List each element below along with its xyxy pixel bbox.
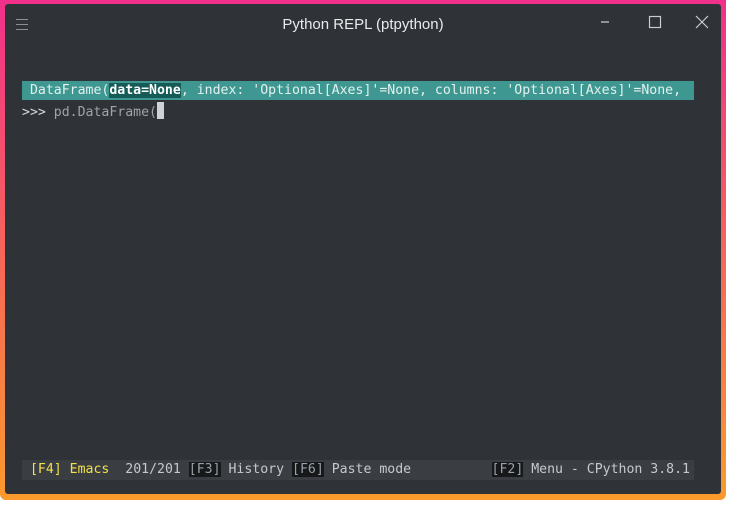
status-bar: [F4] Emacs 201/201 [F3] History [F6] Pas… [22, 460, 694, 480]
window-frame: Python REPL (ptpython) >>> pd.DataFrame(… [0, 0, 726, 500]
history-label: History [220, 462, 293, 477]
signature-tooltip: DataFrame(data=None, index: 'Optional[Ax… [22, 81, 694, 100]
f3-key[interactable]: [F3] [188, 462, 221, 477]
f2-key[interactable]: [F2] [491, 462, 524, 477]
close-icon[interactable] [694, 14, 710, 30]
input-text[interactable]: pd.DataFrame( [54, 105, 157, 120]
prompt: >>> [22, 105, 46, 120]
title-bar[interactable]: Python REPL (ptpython) [5, 4, 721, 48]
menu-label: Menu - CPython 3.8.1 [523, 462, 690, 477]
minimize-icon[interactable] [597, 14, 613, 30]
input-line[interactable]: >>> pd.DataFrame( [22, 102, 164, 122]
signature-rest: , index: 'Optional[Axes]'=None, columns:… [180, 83, 682, 98]
maximize-icon[interactable] [647, 14, 663, 30]
repl-window: Python REPL (ptpython) >>> pd.DataFrame(… [5, 4, 721, 494]
window-title: Python REPL (ptpython) [282, 16, 444, 33]
signature-func: DataFrame( [29, 83, 110, 98]
paste-mode-label: Paste mode [323, 462, 412, 477]
editing-mode[interactable]: [F4] Emacs [30, 462, 109, 477]
terminal-area[interactable]: >>> pd.DataFrame( [22, 62, 164, 162]
f6-key[interactable]: [F6] [292, 462, 324, 477]
text-cursor [157, 102, 164, 119]
history-position: 201/201 [125, 462, 181, 477]
signature-current-arg: data=None [109, 83, 181, 98]
